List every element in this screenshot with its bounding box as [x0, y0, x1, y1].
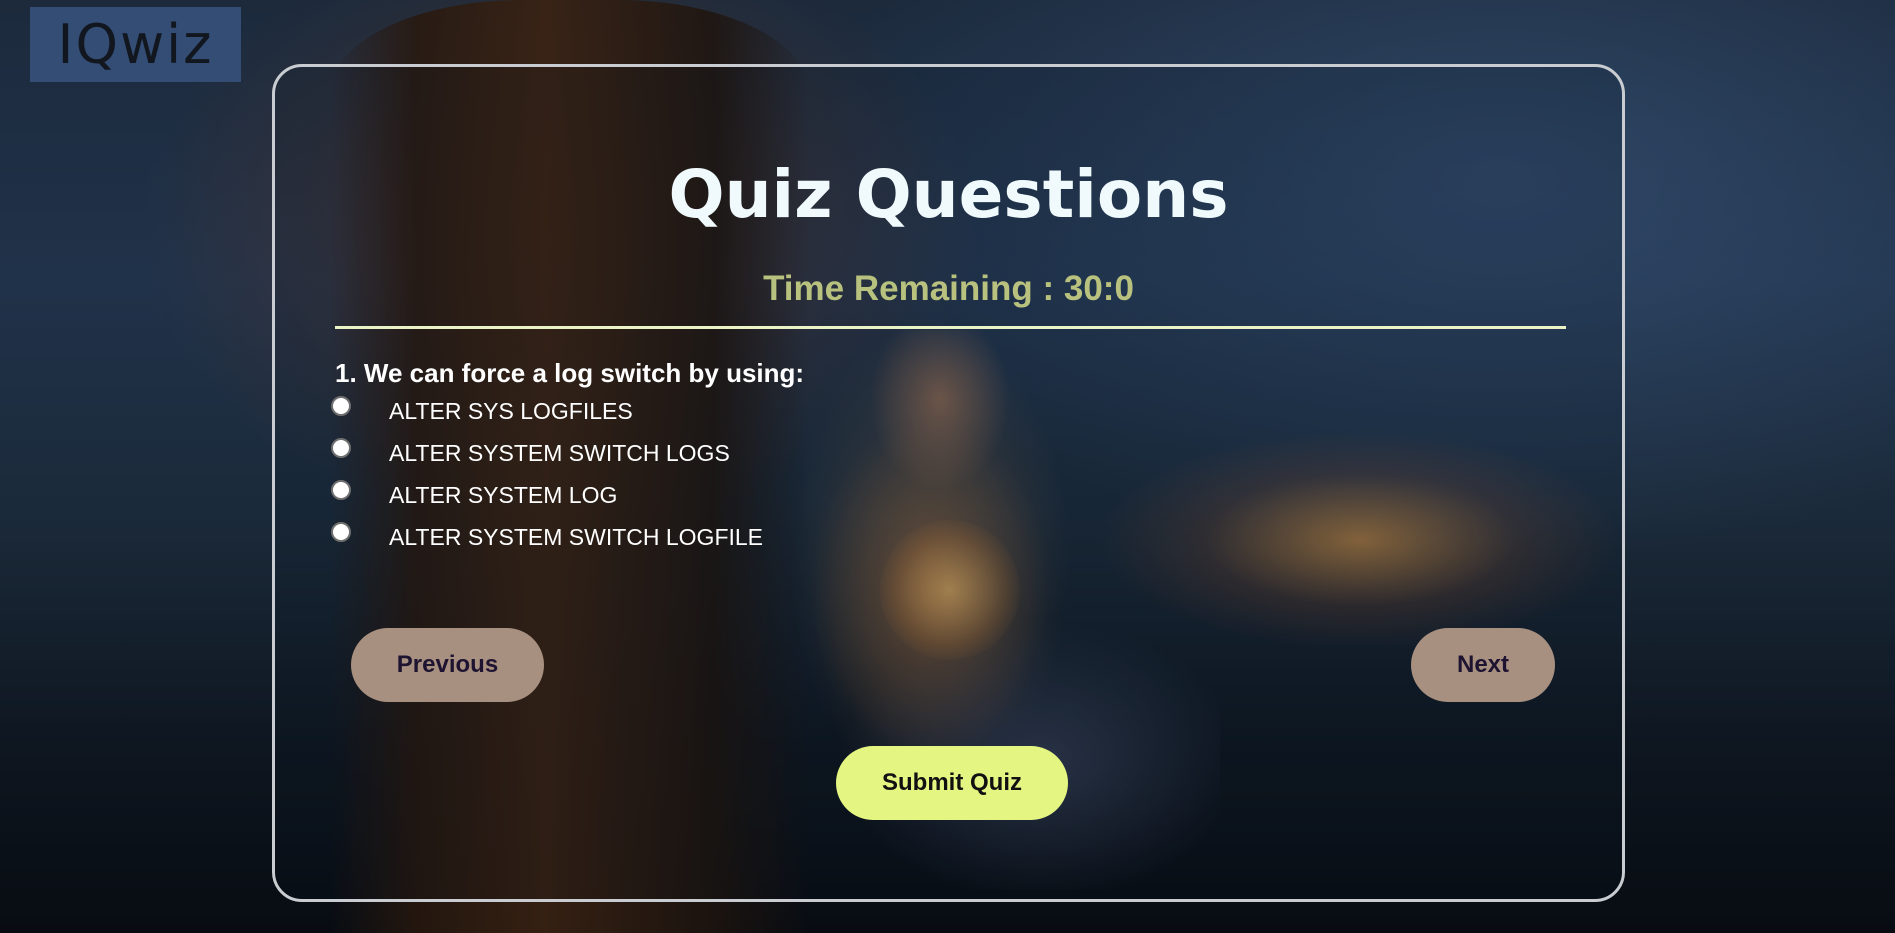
next-button[interactable]: Next — [1411, 628, 1555, 702]
radio-button[interactable] — [331, 480, 351, 500]
answer-options: ALTER SYS LOGFILES ALTER SYSTEM SWITCH L… — [331, 396, 763, 564]
option-label[interactable]: ALTER SYSTEM LOG — [389, 484, 617, 507]
answer-option[interactable]: ALTER SYSTEM SWITCH LOGS — [331, 438, 730, 480]
site-logo[interactable]: IQwiz — [30, 7, 241, 82]
divider — [335, 326, 1566, 329]
radio-button[interactable] — [331, 438, 351, 458]
option-label[interactable]: ALTER SYS LOGFILES — [389, 400, 633, 423]
time-remaining: Time Remaining : 30:0 — [763, 269, 1134, 308]
answer-option[interactable]: ALTER SYSTEM SWITCH LOGFILE — [331, 522, 763, 564]
radio-button[interactable] — [331, 522, 351, 542]
option-label[interactable]: ALTER SYSTEM SWITCH LOGS — [389, 442, 730, 465]
submit-quiz-button[interactable]: Submit Quiz — [836, 746, 1068, 820]
quiz-card: Quiz Questions Time Remaining : 30:0 1. … — [272, 64, 1625, 902]
answer-option[interactable]: ALTER SYS LOGFILES — [331, 396, 633, 438]
answer-option[interactable]: ALTER SYSTEM LOG — [331, 480, 617, 522]
option-label[interactable]: ALTER SYSTEM SWITCH LOGFILE — [389, 526, 763, 549]
page-title: Quiz Questions — [668, 156, 1229, 233]
previous-button[interactable]: Previous — [351, 628, 544, 702]
question-text: 1. We can force a log switch by using: — [335, 358, 805, 388]
radio-button[interactable] — [331, 396, 351, 416]
logo-text: IQwiz — [57, 12, 214, 76]
